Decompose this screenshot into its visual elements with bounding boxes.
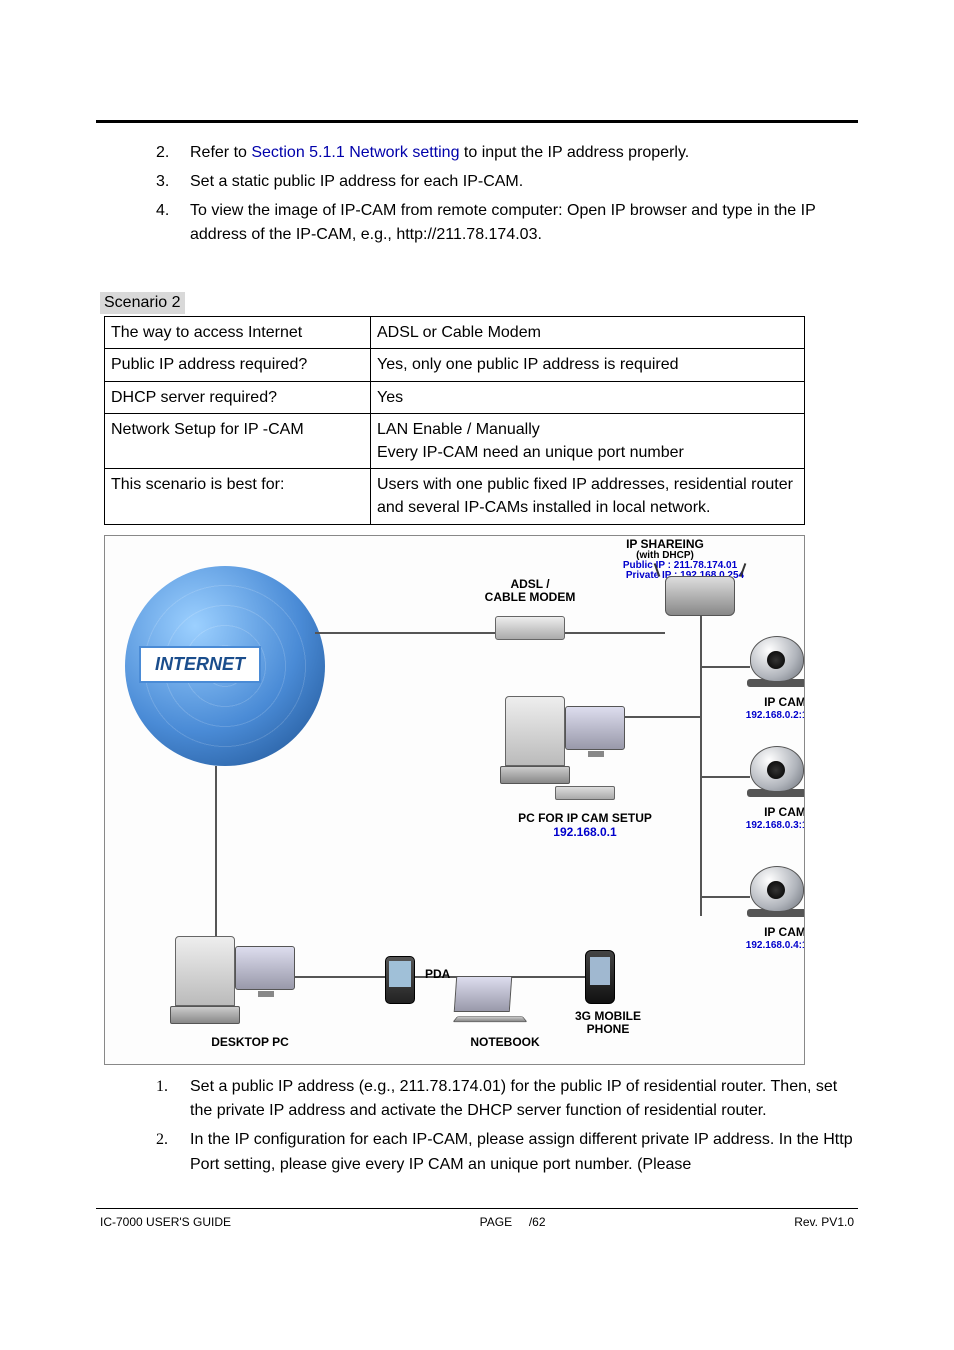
table-row: Network Setup for IP -CAM LAN Enable / M… [105, 413, 805, 468]
keyboard-icon [555, 786, 615, 800]
list-number: 2. [156, 1128, 190, 1178]
footer-left: IC-7000 USER'S GUIDE [100, 1215, 231, 1229]
connector-line [315, 632, 495, 634]
table-cell: This scenario is best for: [105, 469, 371, 524]
list-item: 3. Set a static public IP address for ea… [156, 170, 858, 195]
pc-setup-ip: 192.168.0.1 [495, 826, 675, 840]
modem-label: ADSL / CABLE MODEM [475, 578, 585, 606]
footer-center: PAGE 52/62 [480, 1215, 546, 1229]
pc-tower-icon [175, 936, 235, 1026]
monitor-icon [235, 946, 295, 990]
list-body: Refer to Section 5.1.1 Network setting t… [190, 141, 858, 166]
pc-tower-icon [505, 696, 565, 786]
table-row: Public IP address required? Yes, only on… [105, 349, 805, 381]
table-cell: Users with one public fixed IP addresses… [371, 469, 805, 524]
connector-line [700, 616, 702, 916]
table-cell: DHCP server required? [105, 381, 371, 413]
monitor-icon [565, 706, 625, 750]
list-body: To view the image of IP-CAM from remote … [190, 199, 858, 249]
internet-label: INTERNET [139, 646, 261, 683]
phone-label: 3G MOBILE PHONE [563, 1010, 653, 1038]
scenario-heading: Scenario 2 [100, 292, 185, 314]
list-number: 4. [156, 199, 190, 249]
pc-setup-label: PC FOR IP CAM SETUP [495, 812, 675, 826]
scenario-table: The way to access Internet ADSL or Cable… [104, 316, 805, 524]
ipcam-icon [750, 636, 805, 690]
table-cell: Public IP address required? [105, 349, 371, 381]
footer-rule [96, 1208, 858, 1209]
connector-line [700, 896, 750, 898]
table-cell: Network Setup for IP -CAM [105, 413, 371, 468]
list-number: 1. [156, 1075, 190, 1125]
list-item: 2. Refer to Section 5.1.1 Network settin… [156, 141, 858, 166]
text: Refer to [190, 144, 251, 161]
list-body: Set a static public IP address for each … [190, 170, 858, 195]
table-cell: Yes [371, 381, 805, 413]
connector-line [700, 776, 750, 778]
footer-right: Rev. PV1.0 [794, 1215, 854, 1229]
list-number: 3. [156, 170, 190, 195]
ipcam1-ip: 192.168.0.2:1025 [725, 710, 805, 722]
list-item: 1. Set a public IP address (e.g., 211.78… [156, 1075, 858, 1125]
phone-icon [585, 950, 615, 1004]
ipcam-icon [750, 746, 805, 800]
connector-line [565, 632, 665, 634]
ipcam-label: IP CAM [735, 926, 805, 940]
list-body: In the IP configuration for each IP-CAM,… [190, 1128, 858, 1178]
network-diagram: INTERNET ADSL / CABLE MODEM IP SHAREING … [104, 535, 805, 1065]
list-item: 2. In the IP configuration for each IP-C… [156, 1128, 858, 1178]
modem-icon [495, 616, 565, 640]
desktop-label: DESKTOP PC [195, 1036, 305, 1050]
ipcam-label: IP CAM [735, 806, 805, 820]
table-cell: The way to access Internet [105, 317, 371, 349]
ipcam2-ip: 192.168.0.3:1026 [725, 820, 805, 832]
ipcam-icon [750, 866, 805, 920]
connector-line [215, 766, 217, 956]
table-row: This scenario is best for: Users with on… [105, 469, 805, 524]
list-number: 2. [156, 141, 190, 166]
table-row: DHCP server required? Yes [105, 381, 805, 413]
laptop-icon [455, 976, 525, 1026]
connector-line [700, 666, 750, 668]
table-row: The way to access Internet ADSL or Cable… [105, 317, 805, 349]
router-icon [665, 576, 735, 616]
table-cell: LAN Enable / Manually Every IP-CAM need … [371, 413, 805, 468]
list-item: 4. To view the image of IP-CAM from remo… [156, 199, 858, 249]
list-body: Set a public IP address (e.g., 211.78.17… [190, 1075, 858, 1125]
top-rule [96, 120, 858, 123]
page: 2. Refer to Section 5.1.1 Network settin… [0, 0, 954, 1269]
ipcam-label: IP CAM [735, 696, 805, 710]
pda-icon [385, 956, 415, 1004]
section-link[interactable]: Section 5.1.1 Network setting [251, 144, 459, 161]
ipcam3-ip: 192.168.0.4:1027 [725, 940, 805, 952]
notebook-label: NOTEBOOK [455, 1036, 555, 1050]
page-footer: IC-7000 USER'S GUIDE PAGE 52/62 Rev. PV1… [96, 1215, 858, 1229]
text: to input the IP address properly. [464, 144, 689, 161]
table-cell: ADSL or Cable Modem [371, 317, 805, 349]
table-cell: Yes, only one public IP address is requi… [371, 349, 805, 381]
